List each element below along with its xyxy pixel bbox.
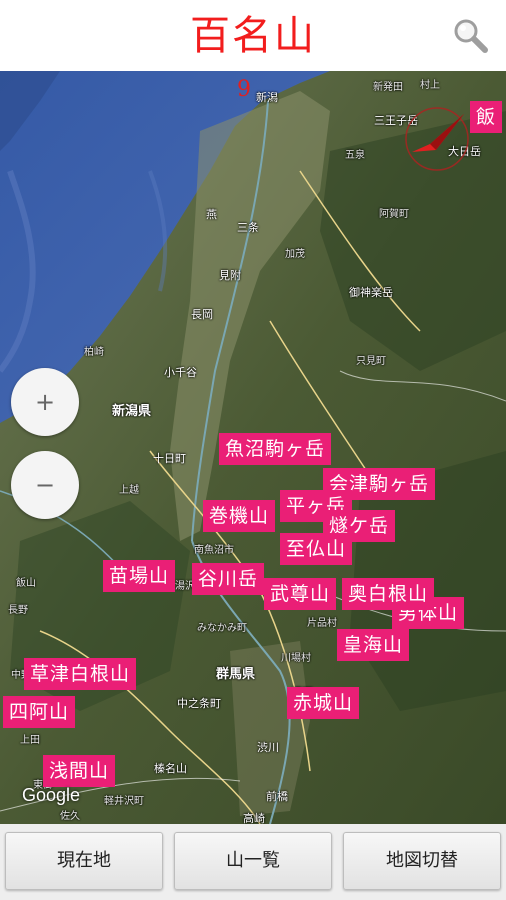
place-label: 上越: [119, 485, 139, 496]
search-button[interactable]: [450, 16, 490, 56]
place-label: 佐久: [60, 811, 80, 822]
mountain-label[interactable]: 谷川岳: [192, 563, 265, 595]
place-label: 小千谷: [164, 366, 197, 379]
place-label: 上田: [20, 735, 40, 746]
zoom-out-button[interactable]: −: [11, 451, 79, 519]
zoom-in-button[interactable]: +: [11, 368, 79, 436]
map-view[interactable]: 9 新潟 新潟県 長岡 小千谷 見附 三条 燕 十日町 群馬県 沼田 渋川 前橋…: [0, 71, 506, 824]
place-label: 南魚沼市: [194, 545, 234, 556]
page-title: 百名山: [190, 13, 316, 59]
zoom-level-indicator: 9: [237, 77, 251, 102]
place-label: 新発田: [373, 82, 403, 93]
mountain-label[interactable]: 巻機山: [203, 500, 276, 532]
mountain-label[interactable]: 武尊山: [264, 578, 337, 610]
compass-button[interactable]: [402, 104, 472, 174]
map-switch-button[interactable]: 地図切替: [343, 832, 501, 890]
place-label: 村上: [420, 80, 440, 91]
place-label: みなかみ町: [197, 623, 247, 634]
place-label: 新潟県: [112, 404, 152, 419]
place-label: 阿賀町: [379, 209, 409, 220]
mountain-label[interactable]: 皇海山: [337, 629, 410, 661]
place-label: 中之条町: [177, 697, 221, 710]
mountain-label[interactable]: 四阿山: [3, 696, 76, 728]
current-location-button[interactable]: 現在地: [5, 832, 163, 890]
mountain-label[interactable]: 奥白根山: [342, 578, 435, 610]
place-label: 渋川: [257, 741, 279, 754]
place-label: 見附: [219, 269, 241, 282]
place-label: 加茂: [285, 249, 305, 260]
mountain-label[interactable]: 至仏山: [280, 533, 353, 565]
place-label: 只見町: [356, 356, 386, 367]
mountain-label[interactable]: 草津白根山: [24, 658, 137, 690]
place-label: 群馬県: [216, 667, 256, 682]
mountain-label[interactable]: 浅間山: [43, 755, 116, 787]
app-header: 百名山: [0, 0, 506, 71]
place-label: 片品村: [307, 618, 337, 629]
mountain-label[interactable]: 赤城山: [287, 687, 360, 719]
place-label: 三条: [237, 221, 259, 234]
place-label: 十日町: [153, 452, 186, 465]
mountain-label[interactable]: 苗場山: [103, 560, 176, 592]
mountain-list-button[interactable]: 山一覧: [174, 832, 332, 890]
place-label: 柏崎: [84, 347, 104, 358]
place-label: 前橋: [266, 790, 288, 803]
mountain-label[interactable]: 飯: [470, 101, 503, 133]
place-label: 軽井沢町: [104, 796, 144, 807]
place-label: 長岡: [191, 308, 213, 321]
search-icon: [454, 19, 488, 53]
place-label: 飯山: [16, 578, 36, 589]
google-attribution: Google: [22, 785, 81, 805]
place-label: 榛名山: [154, 762, 187, 775]
mountain-label[interactable]: 魚沼駒ヶ岳: [219, 433, 332, 465]
place-label: 五泉: [345, 150, 365, 161]
place-label: 川場村: [281, 653, 311, 664]
bottom-toolbar: 現在地 山一覧 地図切替: [0, 824, 506, 900]
place-label: 新潟: [256, 91, 278, 104]
place-label: 高崎: [243, 812, 265, 824]
place-label: 燕: [206, 208, 217, 221]
place-label: 御神楽岳: [349, 286, 393, 299]
place-label: 長野: [8, 605, 28, 616]
compass-icon: [405, 107, 469, 171]
